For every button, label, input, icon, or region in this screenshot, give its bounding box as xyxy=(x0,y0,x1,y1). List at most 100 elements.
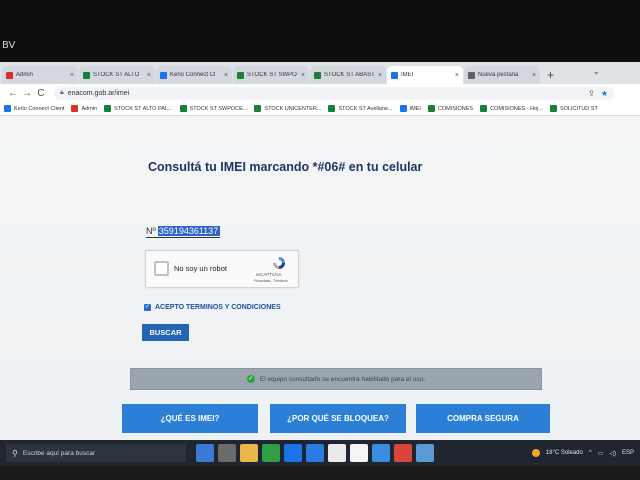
new-tab-button[interactable]: + xyxy=(541,66,560,84)
tab-label: Kerio Connect Cl xyxy=(170,72,216,78)
screen: Admin × STOCK ST ALTO × Kerio Connect Cl × STO… xyxy=(0,62,640,466)
close-icon[interactable]: × xyxy=(70,72,74,79)
tab-favicon-icon xyxy=(468,71,475,79)
tab-search-icon[interactable]: ⌄ xyxy=(592,66,600,77)
taskbar-search[interactable]: ⚲ Escribe aquí para buscar xyxy=(6,444,186,462)
forward-icon[interactable]: → xyxy=(20,88,34,99)
reload-icon[interactable]: C xyxy=(34,88,48,99)
bookmark-label: STOCK ST SWPOCE... xyxy=(189,105,248,112)
result-status-bar: ✓ El equipo consultado se encuentra habi… xyxy=(130,368,542,390)
bookmark-label: STOCK UNICENTER... xyxy=(264,105,322,112)
terms-label[interactable]: ACEPTO TERMINOS Y CONDICIONES xyxy=(155,304,281,311)
tab-label: STOCK ST ABAST xyxy=(324,72,375,78)
bookmark-favicon-icon xyxy=(399,105,407,112)
terms-checkbox[interactable]: ✓ xyxy=(144,304,151,311)
windows-taskbar: ⚲ Escribe aquí para buscar 18°C Soleado … xyxy=(0,440,640,466)
browser-tab[interactable]: Admin × xyxy=(2,66,78,84)
tab-favicon-icon xyxy=(314,71,321,79)
safe-purchase-button[interactable]: COMPRA SEGURA xyxy=(416,404,550,433)
recaptcha-widget: No soy un robot reCAPTCHA Privacidad - T… xyxy=(145,250,299,288)
taskbar-app-icon[interactable] xyxy=(350,444,368,462)
bookmark-item[interactable]: COMISIONES - Hoj... xyxy=(480,105,543,112)
tab-favicon-icon xyxy=(160,71,167,79)
bookmark-item[interactable]: Kerio Connect Client xyxy=(4,105,64,112)
close-icon[interactable]: × xyxy=(301,72,305,79)
bookmark-item[interactable]: IMEI xyxy=(399,105,421,112)
taskbar-app-icon[interactable] xyxy=(394,444,412,462)
why-blocked-button[interactable]: ¿POR QUÉ SE BLOQUEA? xyxy=(270,404,406,433)
taskbar-search-placeholder: Escribe aquí para buscar xyxy=(22,449,96,457)
close-icon[interactable]: × xyxy=(532,72,536,79)
tab-label: Nueva pestaña xyxy=(478,72,519,78)
taskbar-app-icon[interactable] xyxy=(218,444,236,462)
tab-strip: Admin × STOCK ST ALTO × Kerio Connect Cl × STO… xyxy=(0,62,640,84)
taskbar-app-icon[interactable] xyxy=(416,444,434,462)
bookmark-favicon-icon xyxy=(328,105,336,112)
taskbar-app-icon[interactable] xyxy=(328,444,346,462)
taskbar-app-icon[interactable] xyxy=(372,444,390,462)
bookmarks-bar: Kerio Connect Client Admin STOCK ST ALTO P… xyxy=(0,102,640,116)
bookmark-item[interactable]: COMISIONES xyxy=(427,105,473,112)
tab-favicon-icon xyxy=(237,71,244,79)
bookmark-favicon-icon xyxy=(71,105,79,112)
back-icon[interactable]: ← xyxy=(6,88,20,99)
monitor-logo: BV xyxy=(2,40,16,51)
terms-row[interactable]: ✓ ACEPTO TERMINOS Y CONDICIONES xyxy=(144,304,281,311)
browser-tab[interactable]: STOCK ST ALTO × xyxy=(79,66,155,84)
bookmark-favicon-icon xyxy=(480,105,488,112)
bookmark-item[interactable]: SOLICITUD ST xyxy=(549,105,598,112)
recaptcha-checkbox[interactable] xyxy=(154,261,169,276)
taskbar-app-icon[interactable] xyxy=(306,444,324,462)
recaptcha-links[interactable]: Privacidad - Términos xyxy=(254,279,288,283)
bookmark-star-icon[interactable]: ★ xyxy=(601,89,608,98)
close-icon[interactable]: × xyxy=(378,72,382,79)
tab-label: STOCK ST SWPO xyxy=(247,72,297,78)
bookmark-label: COMISIONES - Hoj... xyxy=(490,105,543,112)
bookmark-favicon-icon xyxy=(179,105,187,112)
network-icon[interactable]: ▭ xyxy=(598,450,604,457)
close-icon[interactable]: × xyxy=(455,72,459,79)
recaptcha-brand: reCAPTCHA xyxy=(256,272,282,277)
bookmark-favicon-icon xyxy=(427,105,435,112)
bookmark-item[interactable]: STOCK ST ALTO PAL... xyxy=(104,105,173,112)
bookmark-item[interactable]: STOCK ST SWPOCE... xyxy=(179,105,248,112)
taskbar-app-icon[interactable] xyxy=(284,444,302,462)
imei-field-row: Nº 359194361137 xyxy=(146,226,220,238)
browser-tab[interactable]: Kerio Connect Cl × xyxy=(156,66,232,84)
browser-tab[interactable]: STOCK ST ABAST × xyxy=(310,66,386,84)
lock-icon[interactable]: 🔒︎ xyxy=(60,89,64,97)
tray-chevron-icon[interactable]: ^ xyxy=(589,450,592,456)
language-indicator[interactable]: ESP xyxy=(622,450,634,456)
taskbar-app-icon[interactable] xyxy=(262,444,280,462)
bookmark-favicon-icon xyxy=(254,105,262,112)
imei-prefix: Nº xyxy=(146,226,156,236)
close-icon[interactable]: × xyxy=(147,72,151,79)
tab-label: Admin xyxy=(16,72,34,78)
bookmark-item[interactable]: STOCK ST Avellane... xyxy=(328,105,393,112)
address-bar[interactable]: 🔒︎ enacom.gob.ar/imei ⇪ ★ xyxy=(54,86,614,100)
share-icon[interactable]: ⇪ xyxy=(588,89,595,98)
browser-tab[interactable]: STOCK ST SWPO × xyxy=(233,66,309,84)
what-is-imei-button[interactable]: ¿QUÉ ES IMEI? xyxy=(122,404,258,433)
taskbar-app-icon[interactable] xyxy=(240,444,258,462)
imei-input[interactable]: 359194361137 xyxy=(157,226,220,236)
close-icon[interactable]: × xyxy=(224,72,228,79)
volume-icon[interactable]: ◁) xyxy=(609,450,616,457)
bookmark-label: STOCK ST ALTO PAL... xyxy=(114,105,173,112)
result-status-text: El equipo consultado se encuentra habili… xyxy=(259,375,426,383)
weather-text[interactable]: 18°C Soleado xyxy=(546,450,583,456)
bookmark-label: Admin xyxy=(81,105,98,112)
tab-favicon-icon xyxy=(83,71,90,79)
bookmark-item[interactable]: Admin xyxy=(71,105,97,112)
search-button[interactable]: BUSCAR xyxy=(142,324,189,341)
url-text: enacom.gob.ar/imei xyxy=(67,89,130,97)
bookmark-item[interactable]: STOCK UNICENTER... xyxy=(254,105,321,112)
bookmark-label: STOCK ST Avellane... xyxy=(338,105,393,112)
tab-favicon-icon xyxy=(391,71,398,79)
browser-tab[interactable]: IMEI × xyxy=(387,66,463,84)
taskbar-app-icon[interactable] xyxy=(196,444,214,462)
tab-favicon-icon xyxy=(6,71,13,79)
browser-tab[interactable]: Nueva pestaña × xyxy=(464,66,540,84)
page-title: Consultá tu IMEI marcando *#06# en tu ce… xyxy=(148,160,423,174)
taskbar-apps xyxy=(196,444,434,462)
